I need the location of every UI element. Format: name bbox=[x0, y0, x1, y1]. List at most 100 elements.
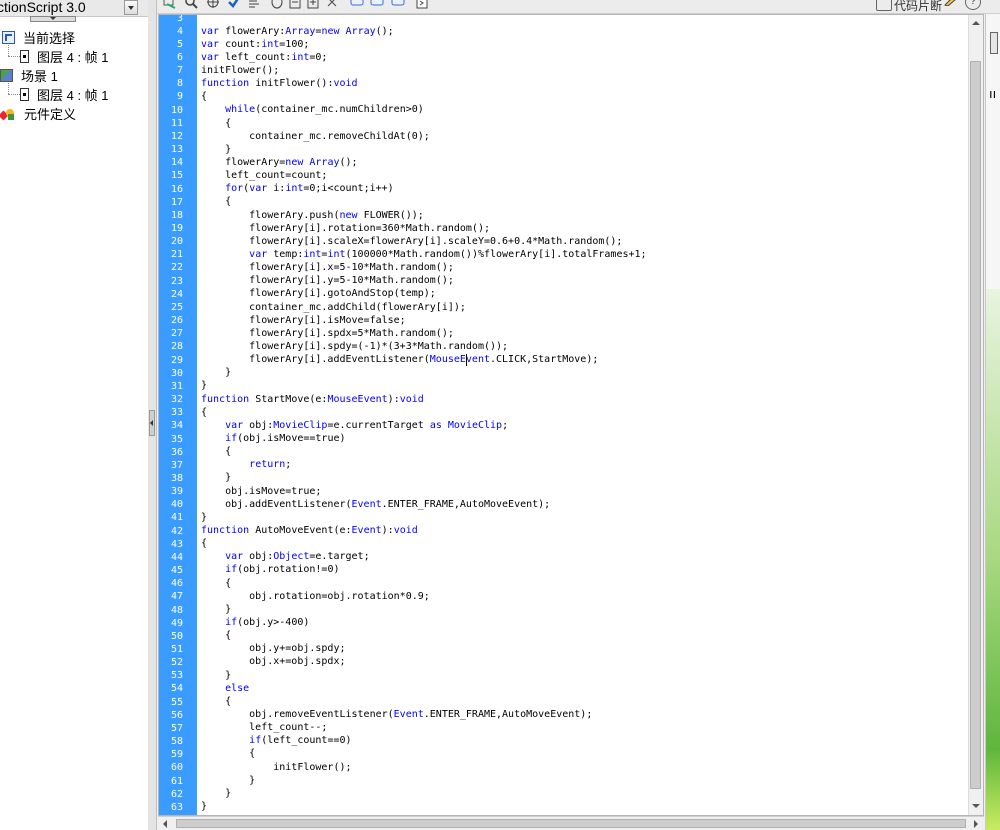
code-line[interactable]: flowerAry[i].addEventListener(MouseEvent… bbox=[201, 353, 647, 366]
help-icon[interactable]: ? bbox=[965, 0, 981, 10]
code-line[interactable]: if(obj.y>-400) bbox=[201, 616, 647, 629]
script-editor[interactable]: 3 4 5 6 7 8 9 10 11 12 13 14 15 16 17 18 19 20 21 22 23 24 25 2… bbox=[158, 14, 984, 816]
code-line[interactable]: } bbox=[201, 603, 647, 616]
horizontal-scrollbar[interactable] bbox=[158, 816, 984, 830]
code-line[interactable]: { bbox=[201, 195, 647, 208]
balloon-icon[interactable] bbox=[350, 0, 364, 9]
code-line[interactable]: } bbox=[201, 379, 647, 392]
code-text[interactable]: ​var flowerAry:Array=new Array();var cou… bbox=[201, 15, 647, 813]
code-line[interactable]: } bbox=[201, 787, 647, 800]
code-line[interactable]: { bbox=[201, 445, 647, 458]
tree-item-current-selection[interactable]: 当前选择 bbox=[2, 28, 75, 47]
pencil-icon[interactable] bbox=[944, 0, 960, 6]
code-line[interactable]: flowerAry=new Array(); bbox=[201, 156, 647, 169]
code-line[interactable]: } bbox=[201, 366, 647, 379]
code-line[interactable]: obj.isMove=true; bbox=[201, 485, 647, 498]
expand-icon[interactable] bbox=[306, 0, 320, 9]
code-line[interactable]: var temp:int=int(100000*Math.random())%f… bbox=[201, 248, 646, 261]
code-line[interactable]: flowerAry[i].isMove=false; bbox=[201, 314, 647, 327]
code-line[interactable]: function AutoMoveEvent(e:Event):void bbox=[201, 524, 647, 537]
code-line[interactable]: { bbox=[201, 747, 647, 760]
code-line[interactable]: } bbox=[201, 774, 647, 787]
code-line[interactable]: } bbox=[201, 143, 647, 156]
code-line[interactable]: var flowerAry:Array=new Array(); bbox=[201, 25, 647, 38]
code-line[interactable]: initFlower(); bbox=[201, 761, 647, 774]
comment-icon[interactable] bbox=[325, 0, 339, 9]
code-line[interactable]: var count:int=100; bbox=[201, 38, 647, 51]
find-replace-icon[interactable] bbox=[163, 0, 177, 9]
code-line[interactable]: flowerAry[i].rotation=360*Math.random(); bbox=[201, 222, 647, 235]
balloon-icon[interactable] bbox=[370, 0, 384, 9]
code-line[interactable]: if(obj.isMove==true) bbox=[201, 432, 647, 445]
code-line[interactable]: var left_count:int=0; bbox=[201, 51, 647, 64]
tree-item-layer-scene[interactable]: 图层 4 : 帧 1 bbox=[20, 85, 109, 104]
snippet-icon[interactable] bbox=[415, 0, 429, 9]
code-line[interactable]: flowerAry[i].spdy=(-1)*(3+3*Math.random(… bbox=[201, 340, 647, 353]
scroll-right-button[interactable] bbox=[968, 817, 984, 830]
symbol-definitions-icon bbox=[0, 107, 16, 121]
code-line[interactable]: } bbox=[201, 511, 647, 524]
code-line[interactable]: flowerAry[i].x=5-10*Math.random(); bbox=[201, 261, 647, 274]
code-line[interactable]: obj.x+=obj.spdx; bbox=[201, 655, 647, 668]
debug-icon[interactable] bbox=[270, 0, 284, 9]
code-line[interactable]: initFlower(); bbox=[201, 64, 647, 77]
code-line[interactable]: left_count--; bbox=[201, 721, 647, 734]
code-snippets-button[interactable]: 代码片断 bbox=[894, 0, 942, 13]
code-line[interactable]: var obj:MovieClip=e.currentTarget as Mov… bbox=[201, 419, 647, 432]
horizontal-scroll-thumb[interactable] bbox=[176, 819, 966, 828]
tree-item-layer-current[interactable]: 图层 4 : 帧 1 bbox=[20, 47, 109, 66]
code-line[interactable]: { bbox=[201, 695, 647, 708]
collapse-panel-button[interactable] bbox=[30, 16, 76, 22]
code-line[interactable]: { bbox=[201, 577, 647, 590]
code-line[interactable]: { bbox=[201, 90, 647, 103]
panel-splitter[interactable] bbox=[148, 0, 157, 830]
code-line[interactable]: for(var i:int=0;i<count;i++) bbox=[201, 182, 647, 195]
code-line[interactable]: container_mc.removeChildAt(0); bbox=[201, 130, 647, 143]
check-syntax-icon[interactable] bbox=[227, 0, 241, 9]
code-line[interactable]: obj.removeEventListener(Event.ENTER_FRAM… bbox=[201, 708, 647, 721]
chevron-left-icon bbox=[150, 420, 153, 426]
code-line[interactable]: flowerAry[i].spdx=5*Math.random(); bbox=[201, 327, 647, 340]
code-line[interactable]: container_mc.addChild(flowerAry[i]); bbox=[201, 301, 647, 314]
scroll-up-button[interactable] bbox=[969, 15, 983, 31]
format-icon[interactable] bbox=[247, 0, 261, 9]
vertical-scroll-thumb[interactable] bbox=[970, 61, 981, 789]
collapse-icon[interactable] bbox=[288, 0, 302, 9]
code-line[interactable]: obj.rotation=obj.rotation*0.9; bbox=[201, 590, 647, 603]
code-line[interactable]: { bbox=[201, 406, 647, 419]
code-line[interactable]: { bbox=[201, 117, 647, 130]
version-dropdown-button[interactable] bbox=[124, 0, 138, 15]
code-line[interactable]: } bbox=[201, 800, 647, 813]
scroll-left-button[interactable] bbox=[158, 817, 174, 830]
target-icon[interactable] bbox=[206, 0, 220, 9]
code-line[interactable]: flowerAry[i].y=5-10*Math.random(); bbox=[201, 274, 647, 287]
code-line[interactable]: flowerAry.push(new FLOWER()); bbox=[201, 209, 647, 222]
line-number: 54 bbox=[170, 683, 183, 695]
code-line[interactable]: } bbox=[201, 669, 647, 682]
code-line[interactable]: { bbox=[201, 537, 647, 550]
code-line[interactable]: return; bbox=[201, 458, 647, 471]
vertical-scrollbar[interactable] bbox=[968, 15, 983, 815]
scroll-down-button[interactable] bbox=[969, 799, 983, 815]
code-line[interactable]: { bbox=[201, 629, 647, 642]
tree-item-scene[interactable]: 场景 1 bbox=[0, 66, 58, 85]
code-line[interactable]: if(left_count==0) bbox=[201, 734, 647, 747]
code-line[interactable]: if(obj.rotation!=0) bbox=[201, 563, 647, 576]
collapse-left-panel-button[interactable] bbox=[149, 410, 155, 436]
balloon-icon[interactable] bbox=[391, 0, 405, 9]
code-line[interactable]: obj.y+=obj.spdy; bbox=[201, 642, 647, 655]
code-line[interactable]: left_count=count; bbox=[201, 169, 647, 182]
code-line[interactable]: flowerAry[i].scaleX=flowerAry[i].scaleY=… bbox=[201, 235, 647, 248]
code-line[interactable]: ​ bbox=[201, 15, 647, 25]
code-line[interactable]: flowerAry[i].gotoAndStop(temp); bbox=[201, 287, 647, 300]
code-line[interactable]: else bbox=[201, 682, 647, 695]
code-line[interactable]: var obj:Object=e.target; bbox=[201, 550, 647, 563]
code-line[interactable]: function initFlower():void bbox=[201, 77, 647, 90]
code-line[interactable]: while(container_mc.numChildren>0) bbox=[201, 103, 647, 116]
panel-handle[interactable] bbox=[990, 32, 998, 54]
tree-item-symbol-definitions[interactable]: 元件定义 bbox=[0, 104, 76, 123]
code-line[interactable]: } bbox=[201, 471, 647, 484]
search-icon[interactable] bbox=[184, 0, 198, 9]
code-line[interactable]: function StartMove(e:MouseEvent):void bbox=[201, 393, 647, 406]
code-line[interactable]: obj.addEventListener(Event.ENTER_FRAME,A… bbox=[201, 498, 647, 511]
